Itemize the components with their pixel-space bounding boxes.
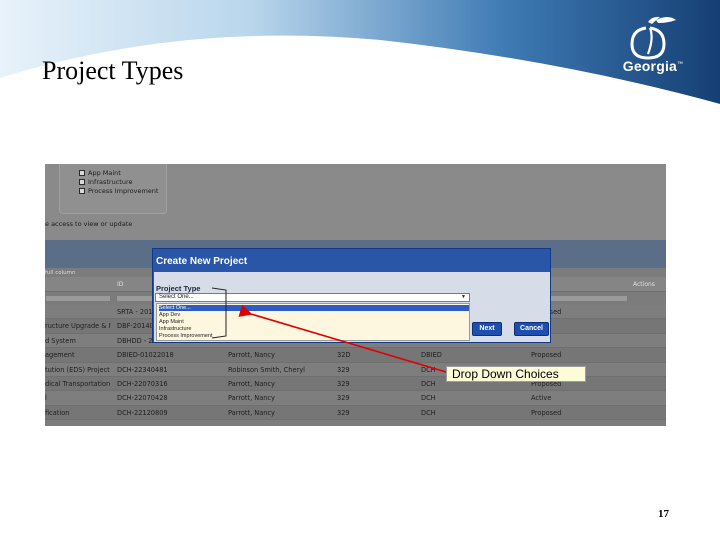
dropdown-option-process-improvement[interactable]: Process Improvement: [159, 333, 469, 339]
dialog-body: Project Type Select One... ▼ Select One.…: [154, 272, 550, 342]
next-button[interactable]: Next: [472, 322, 502, 336]
dropdown-option-select-one[interactable]: Select One...: [159, 305, 469, 311]
table-row[interactable]: agement DBIED-01022018 Parrott, Nancy 32…: [45, 348, 666, 363]
checkbox-checked-icon[interactable]: [79, 179, 85, 185]
column-header-actions[interactable]: Actions: [633, 281, 655, 288]
drop-down-choices-callout: Drop Down Choices: [446, 366, 586, 382]
filter-panel: App Maint Infrastructure Process Improve…: [45, 164, 666, 240]
column-filter-input[interactable]: [45, 295, 111, 302]
checkbox-checked-icon[interactable]: [79, 170, 85, 176]
page-number: 17: [658, 508, 669, 520]
project-type-dropdown-list: Select One... App Dev App Maint Infrastr…: [156, 303, 470, 341]
dropdown-option-app-maint[interactable]: App Maint: [159, 319, 469, 325]
cancel-button[interactable]: Cancel: [514, 322, 549, 336]
table-row[interactable]: l DCH-22070428 Parrott, Nancy 329 DCH Ac…: [45, 391, 666, 406]
checkbox-checked-icon[interactable]: [79, 188, 85, 194]
project-type-label: Project Type: [156, 284, 201, 293]
column-header-id[interactable]: ID: [117, 281, 123, 288]
dropdown-option-app-dev[interactable]: App Dev: [159, 312, 469, 318]
slide-title: Project Types: [42, 56, 184, 85]
filter-checkbox-row[interactable]: Process Improvement: [79, 187, 158, 195]
logo-wordmark: Georgia™: [622, 58, 684, 74]
project-type-select[interactable]: Select One... ▼: [155, 293, 470, 302]
grid-caption: full column: [45, 270, 76, 276]
dropdown-arrow-icon[interactable]: ▼: [461, 294, 466, 301]
table-row[interactable]: fication DCH-22120809 Parrott, Nancy 329…: [45, 405, 666, 421]
filter-checkbox-row[interactable]: Infrastructure: [79, 178, 132, 186]
select-value: Select One...: [159, 294, 194, 300]
dialog-title: Create New Project: [156, 256, 248, 267]
access-instruction-text: e access to view or update: [45, 220, 133, 228]
dropdown-option-infrastructure[interactable]: Infrastructure: [159, 326, 469, 332]
filter-checkbox-row[interactable]: App Maint: [79, 169, 121, 177]
create-project-dialog: Create New Project Project Type Select O…: [152, 248, 551, 343]
